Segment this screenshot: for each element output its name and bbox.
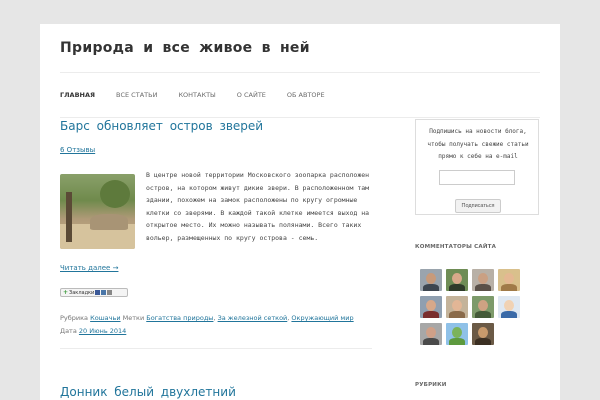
- share-label: Закладки: [69, 289, 95, 296]
- tags-prefix: Метки: [122, 314, 145, 322]
- nav-item-contacts[interactable]: КОНТАКТЫ: [178, 91, 215, 99]
- tag-link-2[interactable]: За железной сеткой: [218, 314, 288, 322]
- avatar[interactable]: [420, 296, 442, 318]
- thumb-rocks: [90, 214, 128, 230]
- comments-link[interactable]: 6 Отзывы: [60, 146, 95, 154]
- avatar[interactable]: [472, 296, 494, 318]
- date-link[interactable]: 20 Июнь 2014: [79, 327, 126, 335]
- nav-item-all-articles[interactable]: ВСЕ СТАТЬИ: [116, 91, 157, 99]
- facebook-icon: [95, 290, 101, 295]
- email-field[interactable]: [439, 170, 515, 185]
- bookmark-share-button[interactable]: + Закладки: [60, 288, 128, 297]
- avatar[interactable]: [420, 269, 442, 291]
- subscribe-button[interactable]: Подписаться: [455, 199, 501, 213]
- thumb-tree: [66, 192, 72, 242]
- avatar[interactable]: [498, 269, 520, 291]
- avatar[interactable]: [446, 296, 468, 318]
- post-meta: Рубрика Кошачьи Метки Богатства природы,…: [60, 314, 354, 335]
- nav-item-about-author[interactable]: ОБ АВТОРЕ: [287, 91, 325, 99]
- tag-link-1[interactable]: Богатства природы: [146, 314, 213, 322]
- vk-icon: [101, 290, 107, 295]
- thumb-bush: [100, 180, 130, 208]
- avatar[interactable]: [446, 323, 468, 345]
- post-thumbnail[interactable]: [60, 174, 135, 249]
- nav-item-about-site[interactable]: О САЙТЕ: [237, 91, 266, 99]
- tag-link-3[interactable]: Окружающий мир: [291, 314, 353, 322]
- post-title-link[interactable]: Барс обновляет остров зверей: [60, 119, 263, 133]
- post-divider: [60, 348, 372, 349]
- post-excerpt: В центре новой территории Московского зо…: [146, 171, 370, 242]
- categories-widget-title: РУБРИКИ: [415, 382, 447, 388]
- more-icon: [107, 290, 113, 295]
- site-title[interactable]: Природа и все живое в ней: [60, 40, 310, 56]
- category-link[interactable]: Кошачьи: [90, 314, 120, 322]
- category-prefix: Рубрика: [60, 314, 89, 322]
- page: Природа и все живое в ней ГЛАВНАЯ ВСЕ СТ…: [40, 24, 560, 400]
- commenters-widget-title: КОММЕНТАТОРЫ САЙТА: [415, 244, 497, 250]
- date-prefix: Дата: [60, 327, 77, 335]
- avatar[interactable]: [472, 269, 494, 291]
- avatar[interactable]: [420, 323, 442, 345]
- avatar[interactable]: [446, 269, 468, 291]
- post-title-link-2[interactable]: Донник белый двухлетний: [60, 385, 236, 399]
- read-more-link[interactable]: Читать далее →: [60, 264, 118, 272]
- subscribe-widget: Подпишись на новости блога, чтобы получа…: [415, 119, 539, 215]
- plus-icon: +: [63, 289, 69, 296]
- avatar[interactable]: [498, 296, 520, 318]
- avatar[interactable]: [472, 323, 494, 345]
- nav-item-home[interactable]: ГЛАВНАЯ: [60, 91, 95, 99]
- main-nav: ГЛАВНАЯ ВСЕ СТАТЬИ КОНТАКТЫ О САЙТЕ ОБ А…: [60, 72, 540, 118]
- commenters-avatars: [420, 269, 530, 345]
- subscribe-text: Подпишись на новости блога, чтобы получа…: [427, 128, 529, 160]
